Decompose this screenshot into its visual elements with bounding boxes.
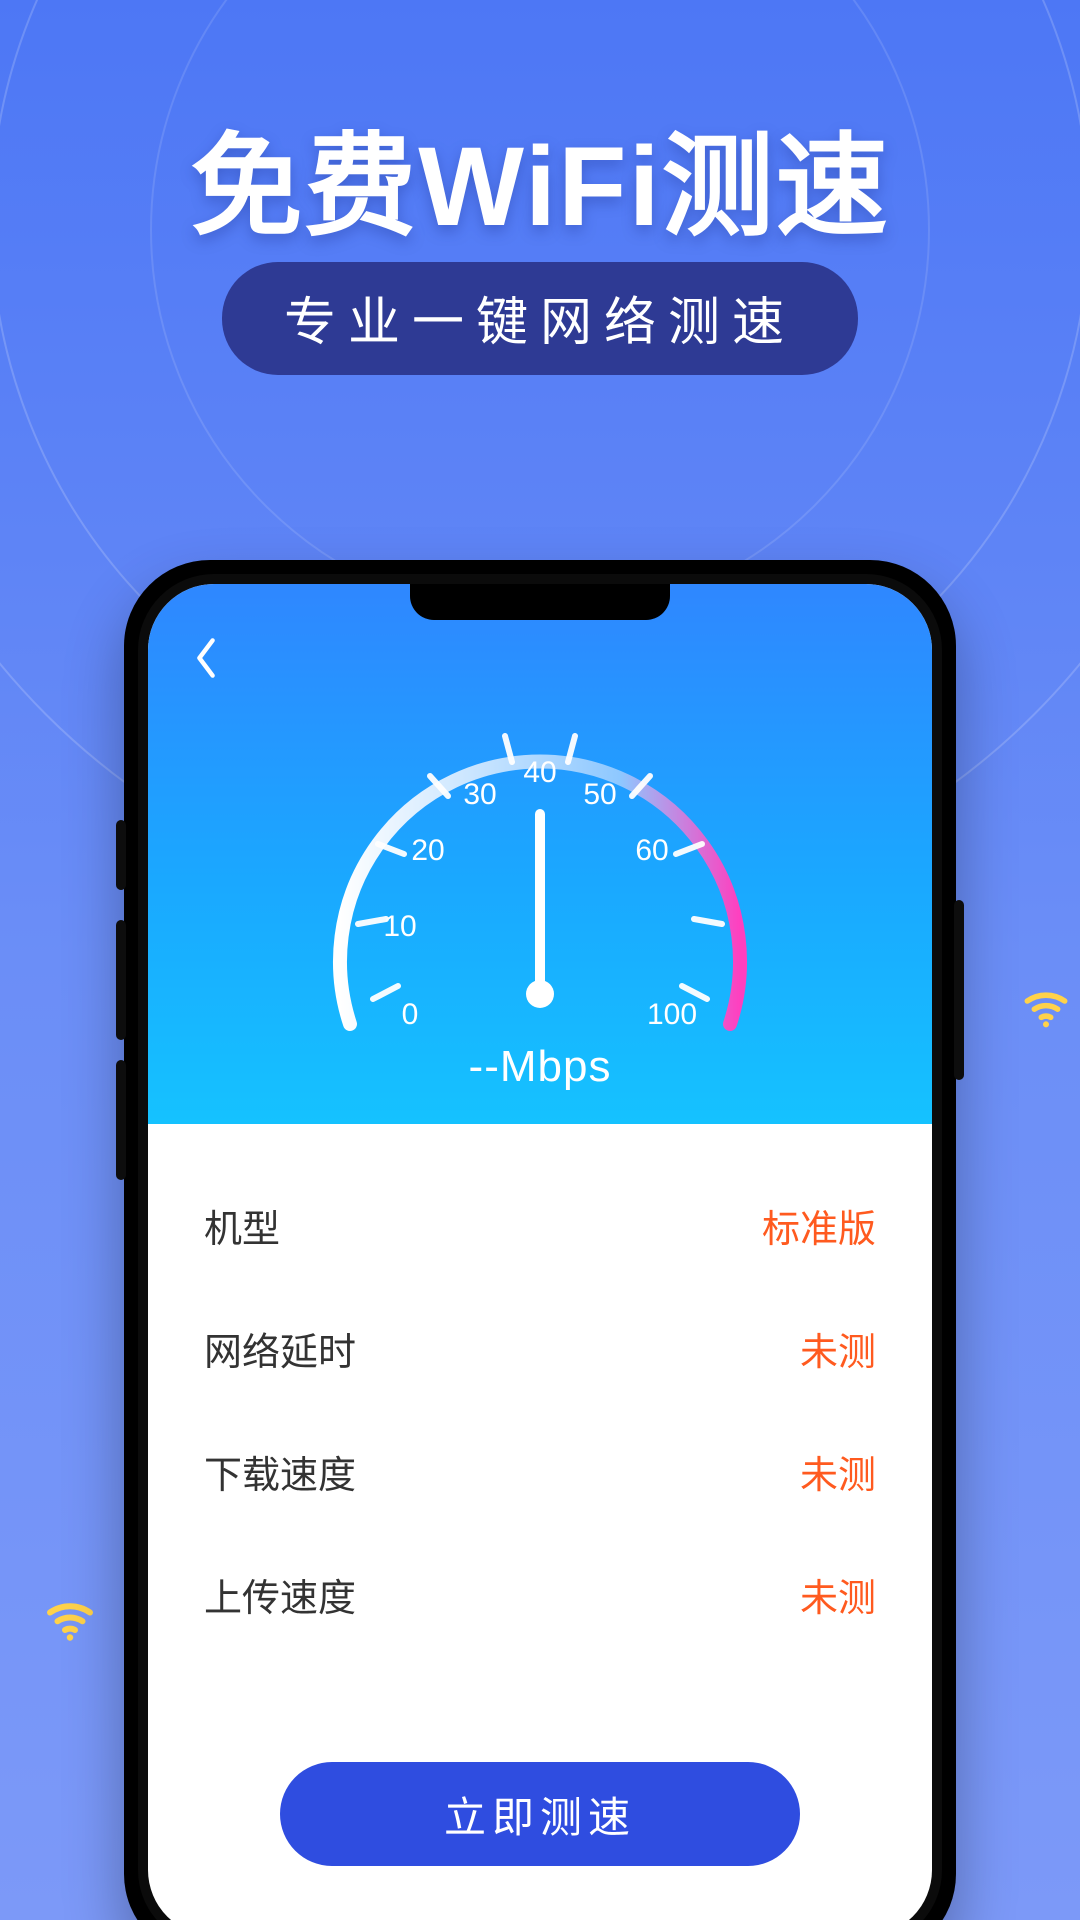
- info-value: 未测: [800, 1567, 876, 1622]
- info-label: 机型: [204, 1198, 280, 1253]
- phone-side-button: [954, 900, 964, 1080]
- gauge-tick: 10: [383, 910, 416, 943]
- chevron-left-icon: [192, 636, 220, 685]
- info-label: 网络延时: [204, 1321, 356, 1376]
- gauge-value: --Mbps: [280, 1042, 800, 1092]
- phone-mockup: 0 10 20 30 40 50 60 100: [124, 560, 956, 1920]
- info-list: 机型 标准版 网络延时 未测 下载速度 未测 上传速度 未测: [148, 1124, 932, 1656]
- gauge-tick: 0: [402, 998, 419, 1031]
- list-item: 上传速度 未测: [204, 1533, 876, 1656]
- wifi-icon: [40, 1590, 100, 1650]
- hero-title: 免费WiFi测速: [0, 96, 1080, 258]
- phone-side-button: [116, 1060, 126, 1180]
- info-value: 未测: [800, 1444, 876, 1499]
- list-item: 网络延时 未测: [204, 1287, 876, 1410]
- gauge-panel: 0 10 20 30 40 50 60 100: [148, 584, 932, 1124]
- info-value: 未测: [800, 1321, 876, 1376]
- list-item: 机型 标准版: [204, 1164, 876, 1287]
- gauge-tick: 50: [583, 778, 616, 811]
- gauge-tick: 30: [463, 778, 496, 811]
- gauge-tick: 100: [647, 998, 697, 1031]
- phone-side-button: [116, 920, 126, 1040]
- start-test-button[interactable]: 立即测速: [280, 1762, 800, 1866]
- phone-screen: 0 10 20 30 40 50 60 100: [148, 584, 932, 1920]
- phone-side-button: [116, 820, 126, 890]
- info-value: 标准版: [762, 1198, 876, 1253]
- hero-subtitle: 专业一键网络测速: [222, 262, 858, 375]
- gauge-tick: 60: [635, 834, 668, 867]
- phone-bezel: 0 10 20 30 40 50 60 100: [138, 574, 942, 1920]
- promo-background: 免费WiFi测速 专业一键网络测速: [0, 0, 1080, 1920]
- speed-gauge: 0 10 20 30 40 50 60 100: [280, 664, 800, 1124]
- back-button[interactable]: [176, 630, 236, 690]
- cta-label: 立即测速: [444, 1784, 636, 1845]
- gauge-tick: 40: [523, 756, 556, 789]
- list-item: 下载速度 未测: [204, 1410, 876, 1533]
- info-label: 上传速度: [204, 1567, 356, 1622]
- phone-notch: [410, 584, 670, 620]
- wifi-icon: [1018, 980, 1074, 1036]
- info-label: 下载速度: [204, 1444, 356, 1499]
- gauge-tick: 20: [411, 834, 444, 867]
